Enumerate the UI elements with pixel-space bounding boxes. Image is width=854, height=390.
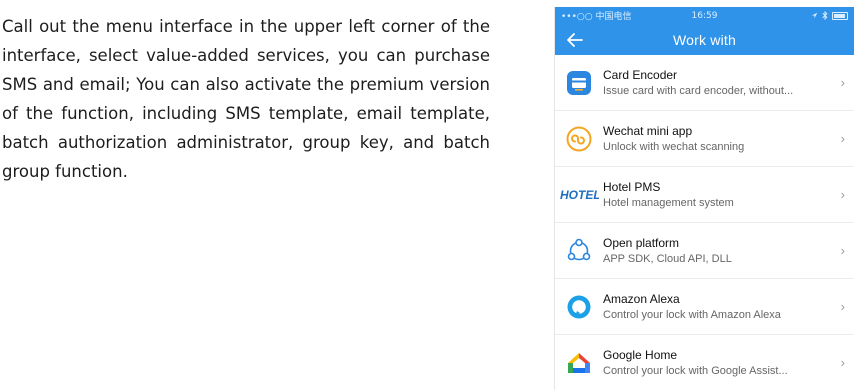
item-subtitle: Hotel management system (603, 196, 734, 209)
google-home-icon (568, 352, 590, 373)
item-subtitle: Control your lock with Google Assist... (603, 364, 788, 377)
card-encoder-icon (567, 70, 591, 95)
item-subtitle: APP SDK, Cloud API, DLL (603, 252, 732, 265)
item-title: Card Encoder (603, 67, 678, 82)
item-subtitle: Issue card with card encoder, without... (603, 84, 794, 97)
chevron-right-icon: › (840, 75, 845, 90)
alexa-icon (567, 295, 591, 318)
status-bar: •••○○ 中国电信 16:59 (555, 7, 854, 24)
list-item-open-platform[interactable]: Open platform APP SDK, Cloud API, DLL › (555, 223, 854, 279)
hotel-logo-icon: HOTEL (560, 188, 599, 202)
chevron-right-icon: › (840, 355, 845, 370)
integrations-list: Card Encoder Issue card with card encode… (555, 55, 854, 390)
list-item-google-home[interactable]: Google Home Control your lock with Googl… (555, 335, 854, 390)
page-title: Work with (673, 31, 736, 48)
item-title: Open platform (603, 235, 680, 250)
chevron-right-icon: › (840, 187, 845, 202)
back-arrow-icon[interactable] (565, 30, 585, 50)
item-title: Google Home (603, 347, 678, 362)
battery-icon (832, 11, 848, 20)
item-title: Hotel PMS (603, 179, 661, 194)
status-time: 16:59 (691, 10, 718, 21)
item-title: Amazon Alexa (603, 291, 680, 306)
svg-text:HOTEL: HOTEL (560, 188, 599, 202)
item-title: Wechat mini app (603, 123, 693, 138)
list-item-card-encoder[interactable]: Card Encoder Issue card with card encode… (555, 55, 854, 111)
chevron-right-icon: › (840, 131, 845, 146)
instruction-paragraph: Call out the menu interface in the upper… (2, 17, 490, 181)
open-platform-icon (567, 238, 591, 260)
list-item-amazon-alexa[interactable]: Amazon Alexa Control your lock with Amaz… (555, 279, 854, 335)
chevron-right-icon: › (840, 243, 845, 258)
wechat-mini-app-icon (566, 126, 592, 151)
nav-bar: Work with (555, 24, 854, 55)
item-subtitle: Unlock with wechat scanning (603, 140, 745, 153)
item-subtitle: Control your lock with Amazon Alexa (603, 308, 781, 321)
list-item-hotel-pms[interactable]: HOTEL Hotel PMS Hotel management system … (555, 167, 854, 223)
chevron-right-icon: › (840, 299, 845, 314)
list-item-wechat-mini-app[interactable]: Wechat mini app Unlock with wechat scann… (555, 111, 854, 167)
phone-screen: •••○○ 中国电信 16:59 Work with Card Encoder … (554, 7, 854, 390)
